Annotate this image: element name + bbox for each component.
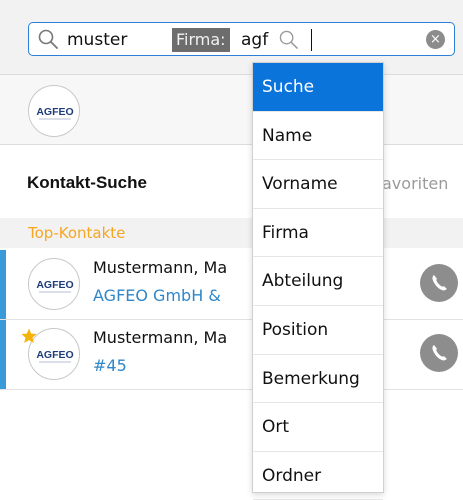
section-header: Top-Kontakte xyxy=(0,218,463,248)
dropdown-item-position[interactable]: Position xyxy=(253,306,383,355)
call-button[interactable] xyxy=(420,334,458,372)
search-field-dropdown: Suche Name Vorname Firma Abteilung Posit… xyxy=(252,62,384,500)
search-bar: muster Firma: agf × xyxy=(0,0,463,75)
dropdown-item-ort[interactable]: Ort xyxy=(253,403,383,452)
logo-text: AGFEO xyxy=(36,279,73,291)
search-icon xyxy=(38,29,58,49)
avatar: AGFEO xyxy=(28,258,80,310)
contact-name: Mustermann, Ma xyxy=(93,328,228,347)
call-button[interactable] xyxy=(420,264,458,302)
phone-icon xyxy=(432,275,447,291)
clear-search-button[interactable]: × xyxy=(426,30,445,49)
page-title: Kontakt-Suche xyxy=(27,173,147,192)
close-icon: × xyxy=(430,32,441,47)
search-input[interactable]: muster Firma: agf × xyxy=(28,22,455,56)
dropdown-item-firma[interactable]: Firma xyxy=(253,209,383,258)
contact-row[interactable]: AGFEO Mustermann, Ma #45 xyxy=(0,320,463,390)
contact-name: Mustermann, Ma xyxy=(93,258,228,277)
row-accent xyxy=(0,250,6,319)
search-term-filter: agf xyxy=(241,30,269,50)
tab-favoriten[interactable]: avoriten xyxy=(382,174,448,193)
text-cursor xyxy=(311,29,312,51)
company-logo-row: AGFEO xyxy=(0,75,463,145)
agfeo-logo-icon: AGFEO xyxy=(36,106,74,120)
dropdown-item-vorname[interactable]: Vorname xyxy=(253,160,383,209)
company-logo[interactable]: AGFEO xyxy=(28,85,80,137)
logo-text: AGFEO xyxy=(36,349,73,361)
contact-company[interactable]: AGFEO GmbH & xyxy=(93,286,221,305)
dropdown-item-name[interactable]: Name xyxy=(253,112,383,161)
search-term: muster xyxy=(67,30,128,50)
phone-icon xyxy=(432,345,447,361)
filter-chip-firma[interactable]: Firma: xyxy=(172,28,230,52)
dropdown-item-bemerkung[interactable]: Bemerkung xyxy=(253,355,383,404)
section-label: Top-Kontakte xyxy=(28,224,126,242)
contact-row[interactable]: AGFEO Mustermann, Ma AGFEO GmbH & xyxy=(0,250,463,320)
dropdown-item-suche[interactable]: Suche xyxy=(253,63,383,112)
dropdown-item-abteilung[interactable]: Abteilung xyxy=(253,257,383,306)
logo-text: AGFEO xyxy=(36,106,73,118)
contact-number[interactable]: #45 xyxy=(93,356,127,375)
agfeo-logo-icon: AGFEO xyxy=(36,279,74,293)
search-icon xyxy=(279,30,298,49)
row-accent xyxy=(0,320,6,389)
star-icon xyxy=(21,328,37,343)
